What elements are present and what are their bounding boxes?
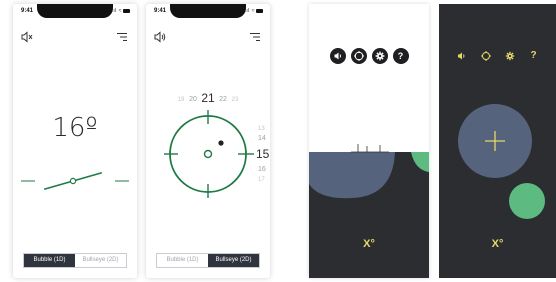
toolbar: ?: [309, 48, 429, 64]
menu-icon[interactable]: [115, 30, 129, 44]
tilt-degree-readout: 16º: [52, 113, 98, 143]
speaker-icon[interactable]: [329, 48, 346, 64]
x-tick: 20: [189, 96, 197, 103]
fluid-level-screen: ? X°: [309, 4, 429, 278]
battery-icon: [123, 8, 130, 13]
y-tick: 14: [258, 135, 266, 142]
x-tick: 22: [219, 96, 227, 103]
x-degree-readout: X°: [491, 238, 504, 250]
y-tick: 13: [258, 126, 265, 132]
bullseye-level-screen: 9:41 .ııl ≈ 19 20 21 22 23 13 14 15 16 1…: [146, 4, 270, 278]
status-time: 9:41: [21, 8, 34, 14]
y-tick: 17: [258, 177, 265, 183]
orb-scene: [458, 104, 545, 219]
status-time: 9:41: [154, 8, 167, 14]
phone-notch: [170, 4, 246, 18]
status-icons: .ııl ≈: [243, 8, 263, 14]
x-main-value: 21: [201, 91, 215, 105]
gear-icon[interactable]: [504, 48, 516, 64]
speaker-muted-icon[interactable]: [20, 30, 34, 44]
bubble-mode-tab[interactable]: Bubble (1D): [24, 254, 75, 267]
bullseye-mode-tab[interactable]: Bullseye (2D): [208, 254, 259, 267]
help-icon[interactable]: ?: [392, 48, 409, 64]
help-icon[interactable]: ?: [528, 48, 540, 64]
bubble-level-screen: 9:41 .ııl ≈ 16º Bubble (1D) Bullseye (2D…: [13, 4, 137, 278]
bubble-level-indicator: [21, 171, 129, 191]
battery-icon: [256, 8, 263, 13]
fluid-scene: [309, 144, 429, 278]
water-surface-marks: [357, 144, 381, 152]
y-tick: 16: [258, 166, 266, 173]
menu-icon[interactable]: [248, 30, 262, 44]
mode-segment-control: Bubble (1D) Bullseye (2D): [156, 253, 260, 268]
bubble-dot: [218, 140, 224, 146]
mint-orb: [509, 183, 545, 219]
bubble-center-dot: [69, 177, 77, 185]
y-main-value: 15: [256, 147, 270, 161]
speaker-icon[interactable]: [456, 48, 468, 64]
bubble-mode-tab[interactable]: Bubble (1D): [157, 254, 208, 267]
mode-segment-control: Bubble (1D) Bullseye (2D): [23, 253, 127, 268]
speaker-icon[interactable]: [153, 30, 167, 44]
x-degree-readout: X°: [363, 238, 375, 250]
status-icons: .ııl ≈: [110, 8, 130, 14]
gear-icon[interactable]: [371, 48, 388, 64]
bullseye-center: [203, 149, 213, 159]
bullseye-indicator: 19 20 21 22 23 13 14 15 16 17: [164, 91, 270, 198]
x-tick: 19: [178, 97, 185, 103]
crosshair-icon[interactable]: [480, 48, 492, 64]
bullseye-mode-tab[interactable]: Bullseye (2D): [75, 254, 126, 267]
toolbar: ?: [439, 48, 556, 64]
x-tick: 23: [232, 97, 239, 103]
crosshair-icon[interactable]: [350, 48, 367, 64]
orb-level-screen: ? X°: [439, 4, 556, 278]
phone-notch: [37, 4, 113, 18]
